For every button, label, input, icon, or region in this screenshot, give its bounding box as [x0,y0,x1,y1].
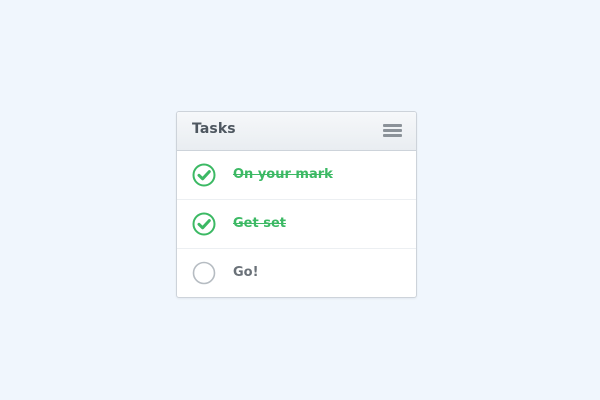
tasks-panel: Tasks On your mark Get set Go! [176,111,417,298]
menu-bar [383,124,402,127]
task-row: Go! [177,248,416,297]
task-label[interactable]: On your mark [233,167,333,182]
checked-circle-icon[interactable] [192,163,216,187]
empty-circle-icon[interactable] [192,261,216,285]
task-row: On your mark [177,151,416,199]
task-label[interactable]: Get set [233,216,286,231]
panel-title: Tasks [192,121,236,137]
panel-header: Tasks [177,112,416,151]
checked-circle-icon[interactable] [192,212,216,236]
menu-bar [383,134,402,137]
task-list: On your mark Get set Go! [177,151,416,297]
hamburger-menu-icon[interactable] [383,124,403,138]
task-label[interactable]: Go! [233,265,259,280]
task-row: Get set [177,199,416,248]
menu-bar [383,129,402,132]
